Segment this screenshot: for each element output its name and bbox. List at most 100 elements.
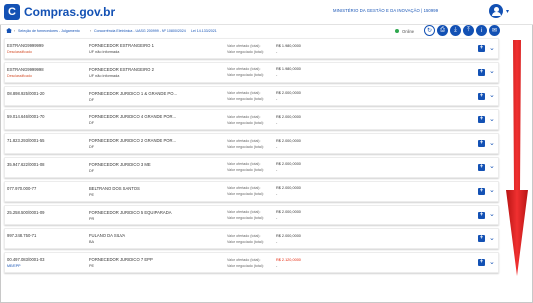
add-icon[interactable]: +	[478, 68, 485, 76]
add-icon[interactable]: +	[478, 235, 485, 243]
add-icon[interactable]: +	[478, 92, 485, 100]
top-header: C Compras.gov.br MINISTÉRIO DA GESTÃO E …	[0, 0, 533, 25]
print-icon[interactable]: ⎙	[437, 25, 448, 36]
chevron-down-icon[interactable]: ⌄	[489, 186, 495, 194]
negotiated-value-label: Valor negociado (total):	[227, 263, 264, 268]
add-icon[interactable]: +	[478, 45, 485, 52]
supplier-name: FORNECEDOR JURIDICO 4 GRANDE POR...	[89, 114, 177, 120]
supplier-document: ESTRANG9999998	[7, 66, 44, 72]
supplier-name: FORNECEDOR JURIDICO 1 & GRANDE PO...	[89, 90, 177, 96]
supplier-status-tag: Desclassificado	[7, 73, 32, 78]
offered-value: R$ 2.000,0000	[276, 210, 301, 215]
user-avatar-icon[interactable]	[489, 4, 503, 18]
negotiated-value: -	[276, 49, 278, 54]
offered-value-label: Valor ofertado (total):	[227, 67, 261, 72]
supplier-name: FORNECEDOR ESTRANGEIRO 1	[89, 43, 154, 48]
offered-value-label: Valor ofertado (total):	[227, 43, 261, 48]
breadcrumb-item[interactable]: Concorrência Eletrônica - UASG 200999 - …	[94, 29, 186, 33]
download-icon[interactable]: ⤓	[450, 25, 461, 36]
negotiated-value: -	[276, 97, 278, 102]
supplier-document: 08.898.925/0001-20	[7, 90, 45, 96]
breadcrumb-law[interactable]: Lei 14.133/2021	[191, 29, 217, 33]
supplier-document: 35.947.622/0001-08	[7, 161, 45, 167]
chevron-down-icon[interactable]: ⌄	[489, 44, 495, 52]
offered-value: R$ 2.120,0000	[276, 257, 301, 262]
supplier-document: 71.823.293/0001-55	[7, 138, 45, 144]
add-icon[interactable]: +	[478, 163, 485, 171]
negotiated-value-label: Valor negociado (total):	[227, 120, 264, 125]
negotiated-value: -	[276, 239, 278, 244]
negotiated-value: -	[276, 73, 278, 78]
supplier-row[interactable]: 08.898.925/0001-20 FORNECEDOR JURIDICO 1 …	[4, 85, 499, 107]
add-icon[interactable]: +	[478, 259, 485, 267]
red-down-arrow-annotation	[506, 40, 528, 276]
add-icon[interactable]: +	[478, 140, 485, 148]
negotiated-value-label: Valor negociado (total):	[227, 239, 264, 244]
info-icon[interactable]: i	[476, 25, 487, 36]
supplier-document: 59.014.646/0001-70	[7, 114, 45, 120]
ministry-label: MINISTÉRIO DA GESTÃO E DA INOVAÇÃO | 150…	[333, 8, 439, 13]
offered-value: R$ 2.000,0000	[276, 186, 301, 191]
negotiated-value: -	[276, 120, 278, 125]
chevron-down-icon[interactable]: ⌄	[489, 258, 495, 266]
offered-value-label: Valor ofertado (total):	[227, 138, 261, 143]
chevron-down-icon[interactable]: ⌄	[489, 210, 495, 218]
add-icon[interactable]: +	[478, 187, 485, 195]
supplier-name: FORNECEDOR JURIDICO 2 GRANDE POR...	[89, 138, 177, 144]
supplier-row[interactable]: 35.947.622/0001-08 FORNECEDOR JURIDICO 3 …	[4, 156, 499, 178]
supplier-row[interactable]: ESTRANG9999999 Desclassificado FORNECEDOR …	[4, 38, 499, 59]
logo-mark-icon: C	[4, 4, 20, 20]
negotiated-value-label: Valor negociado (total):	[227, 144, 264, 149]
supplier-uf: DF	[89, 97, 95, 102]
chevron-down-icon[interactable]: ⌄	[489, 115, 495, 123]
offered-value: R$ 2.000,0000	[276, 233, 301, 238]
supplier-uf: UF não informada	[89, 73, 120, 78]
supplier-uf: DF	[89, 168, 95, 173]
home-icon[interactable]	[6, 28, 12, 33]
supplier-document: 25.258.500/0001-09	[7, 209, 45, 215]
message-icon[interactable]: ✉	[489, 25, 500, 36]
negotiated-value: -	[276, 144, 278, 149]
negotiated-value-label: Valor negociado (total):	[227, 216, 264, 221]
supplier-uf: PE	[89, 192, 95, 197]
supplier-row[interactable]: 997.248.750-71 FULANO DA SILVA BA Valor ofe…	[4, 228, 499, 250]
negotiated-value-label: Valor negociado (total):	[227, 97, 264, 102]
chevron-down-icon[interactable]: ⌄	[489, 234, 495, 242]
chevron-down-icon[interactable]: ⌄	[489, 139, 495, 147]
supplier-name: BELTRANO DOS SANTOS	[89, 185, 140, 191]
compras-logo[interactable]: C Compras.gov.br	[4, 3, 115, 21]
supplier-uf: DF	[89, 145, 95, 150]
user-menu-caret-icon[interactable]: ▾	[506, 8, 509, 15]
logo-text: Compras.gov.br	[24, 5, 116, 19]
supplier-row[interactable]: 25.258.500/0001-09 FORNECEDOR JURIDICO 5 …	[4, 204, 499, 226]
supplier-row[interactable]: 71.823.293/0001-55 FORNECEDOR JURIDICO 2 …	[4, 133, 499, 154]
negotiated-value-label: Valor negociado (total):	[227, 192, 264, 197]
upload-icon[interactable]: ⤒	[463, 25, 474, 36]
offered-value-label: Valor ofertado (total):	[227, 233, 261, 238]
offered-value: R$ 2.000,0000	[276, 162, 301, 167]
offered-value-label: Valor ofertado (total):	[227, 210, 261, 215]
supplier-row[interactable]: 077.970.000-77 BELTRANO DOS SANTOS PE Valor…	[4, 180, 499, 202]
supplier-uf: DF	[89, 121, 95, 126]
add-icon[interactable]: +	[478, 116, 485, 124]
offered-value-label: Valor ofertado (total):	[227, 257, 261, 262]
offered-value-label: Valor ofertado (total):	[227, 91, 261, 96]
refresh-icon[interactable]: ↻	[424, 25, 435, 36]
negotiated-value: -	[276, 192, 278, 197]
offered-value-label: Valor ofertado (total):	[227, 162, 261, 167]
offered-value: R$ 1.980,0000	[276, 67, 301, 72]
supplier-document: ESTRANG9999999	[7, 43, 44, 48]
negotiated-value: -	[276, 168, 278, 173]
offered-value: R$ 2.000,0000	[276, 138, 301, 143]
supplier-row[interactable]: 59.014.646/0001-70 FORNECEDOR JURIDICO 4 …	[4, 109, 499, 131]
supplier-status-tag: ME/EPP	[7, 264, 21, 269]
breadcrumb-item[interactable]: Seleção de fornecedores - Julgamento	[18, 29, 80, 33]
chevron-down-icon[interactable]: ⌄	[489, 91, 495, 99]
chevron-down-icon[interactable]: ⌄	[489, 67, 495, 75]
supplier-row[interactable]: 00.497.083/0001-03 ME/EPP FORNECEDOR JURID…	[4, 252, 499, 273]
chevron-down-icon[interactable]: ⌄	[489, 162, 495, 170]
supplier-row[interactable]: ESTRANG9999998 Desclassificado FORNECEDOR …	[4, 61, 499, 83]
offered-value-label: Valor ofertado (total):	[227, 114, 261, 119]
add-icon[interactable]: +	[478, 211, 485, 219]
supplier-list: ESTRANG9999999 Desclassificado FORNECEDOR …	[4, 38, 499, 276]
